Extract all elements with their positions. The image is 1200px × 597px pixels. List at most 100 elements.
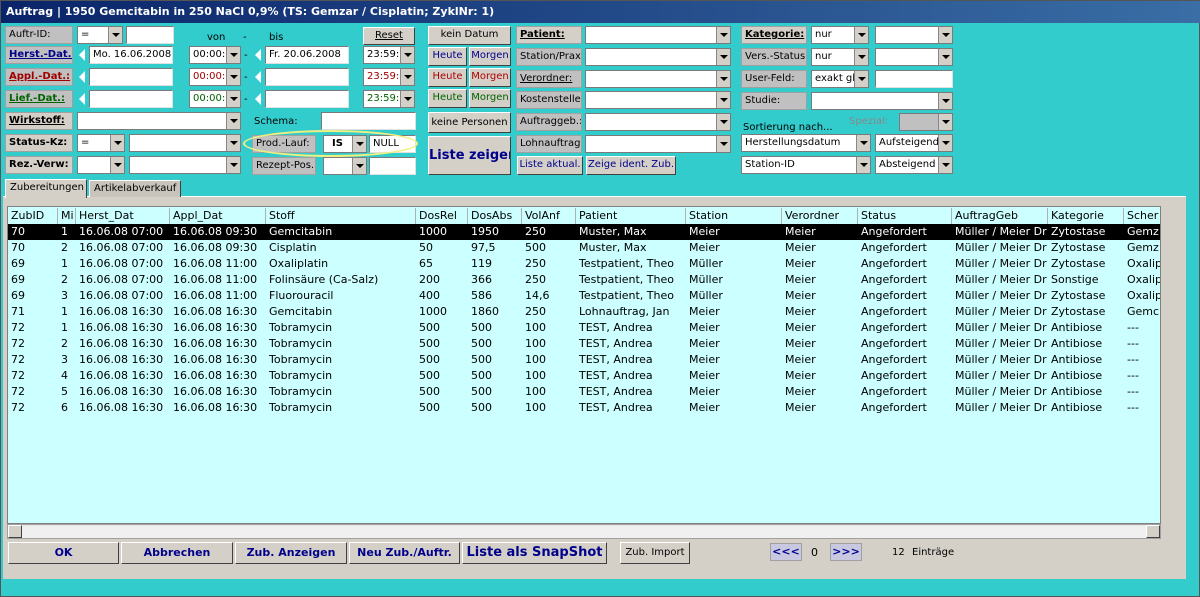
scroll-right-icon[interactable] — [1146, 525, 1160, 538]
kein-datum-button[interactable]: kein Datum — [428, 26, 511, 45]
zub-anzeigen-button[interactable]: Zub. Anzeigen — [235, 542, 347, 564]
horizontal-scrollbar[interactable] — [7, 524, 1161, 539]
table-row[interactable]: 72 2 16.06.08 16:30 16.06.08 16:30 Tobramyci… — [8, 336, 1160, 352]
status-kz-operator[interactable]: = — [77, 134, 125, 152]
table-row[interactable]: 72 4 16.06.08 16:30 16.06.08 16:30 Tobramyci… — [8, 368, 1160, 384]
lief-to-date-input[interactable] — [265, 90, 349, 108]
lief-morgen-button[interactable]: Morgen — [469, 89, 511, 108]
lief-from-time-select[interactable]: 00:00:0 — [189, 90, 241, 108]
liste-zeigen-button[interactable]: Liste zeigen — [428, 136, 511, 175]
column-header[interactable]: Scher — [1124, 208, 1160, 224]
auftr-id-operator[interactable]: = — [77, 26, 123, 44]
scroll-thumb[interactable] — [22, 526, 1147, 538]
herst-morgen-button[interactable]: Morgen — [469, 47, 511, 66]
lief-from-date-input[interactable] — [89, 90, 173, 108]
schema-input[interactable] — [321, 112, 416, 130]
next-page-button[interactable]: >>> — [830, 543, 862, 561]
liste-aktual-button[interactable]: Liste aktual. — [517, 156, 583, 175]
appl-from-arrow-icon[interactable] — [78, 68, 87, 86]
column-header[interactable]: Patient — [576, 208, 686, 224]
scroll-left-icon[interactable] — [8, 525, 22, 538]
neu-zub-button[interactable]: Neu Zub./Auftr. — [349, 542, 460, 564]
column-header[interactable]: AuftragGeb — [952, 208, 1048, 224]
verordner-select[interactable] — [585, 70, 731, 88]
table-row[interactable]: 72 3 16.06.08 16:30 16.06.08 16:30 Tobramyci… — [8, 352, 1160, 368]
zeige-ident-zub-button[interactable]: Zeige ident. Zub. — [586, 156, 676, 175]
user-feld-mode-select[interactable]: exakt gle — [811, 70, 869, 88]
column-header[interactable]: Verordner — [782, 208, 858, 224]
table-row[interactable]: 71 1 16.06.08 16:30 16.06.08 16:30 Gemcitabi… — [8, 304, 1160, 320]
table-row[interactable]: 72 5 16.06.08 16:30 16.06.08 16:30 Tobramyci… — [8, 384, 1160, 400]
rezept-pos-input[interactable] — [369, 157, 416, 175]
appl-from-date-input[interactable] — [89, 68, 173, 86]
rez-verw-select[interactable] — [129, 156, 241, 174]
abbrechen-button[interactable]: Abbrechen — [121, 542, 233, 564]
column-header[interactable]: Kategorie — [1048, 208, 1124, 224]
appl-morgen-button[interactable]: Morgen — [469, 68, 511, 87]
sort1-field-select[interactable]: Herstellungsdatum — [741, 134, 871, 152]
status-kz-select[interactable] — [129, 134, 241, 152]
kategorie-mode-select[interactable]: nur — [811, 26, 869, 44]
rezept-pos-operator[interactable] — [323, 157, 367, 175]
appl-to-arrow-icon[interactable] — [254, 68, 263, 86]
lohnauftrag-select[interactable] — [585, 135, 731, 153]
table-row[interactable]: 70 1 16.06.08 07:00 16.06.08 09:30 Gemcitabi… — [8, 224, 1160, 240]
column-header[interactable]: Mi — [58, 208, 76, 224]
lief-heute-button[interactable]: Heute — [428, 89, 467, 108]
herst-heute-button[interactable]: Heute — [428, 47, 467, 66]
herst-from-arrow-icon[interactable] — [78, 46, 87, 64]
table-row[interactable]: 72 6 16.06.08 16:30 16.06.08 16:30 Tobramyci… — [8, 400, 1160, 416]
vers-status-select[interactable] — [875, 48, 953, 66]
appl-heute-button[interactable]: Heute — [428, 68, 467, 87]
table-row[interactable]: 69 2 16.06.08 07:00 16.06.08 11:00 Folinsäur… — [8, 272, 1160, 288]
kategorie-select[interactable] — [875, 26, 953, 44]
herst-from-time-select[interactable]: 00:00:0 — [189, 46, 241, 64]
appl-to-time-select[interactable]: 23:59:5 — [363, 68, 415, 86]
tab-zubereitungen[interactable]: Zubereitungen — [5, 179, 87, 198]
table-row[interactable]: 69 1 16.06.08 07:00 16.06.08 11:00 Oxaliplat… — [8, 256, 1160, 272]
vers-status-mode-select[interactable]: nur — [811, 48, 869, 66]
table-row[interactable]: 72 1 16.06.08 16:30 16.06.08 16:30 Tobramyci… — [8, 320, 1160, 336]
column-header[interactable]: Herst_Dat — [76, 208, 170, 224]
reset-button[interactable]: Reset — [363, 27, 415, 45]
user-feld-input[interactable] — [875, 70, 953, 88]
sort2-dir-select[interactable]: Absteigend — [875, 156, 953, 174]
appl-from-time-select[interactable]: 00:00:0 — [189, 68, 241, 86]
column-header[interactable]: Status — [858, 208, 952, 224]
station-select[interactable] — [585, 48, 731, 66]
rez-verw-operator[interactable] — [77, 156, 125, 174]
tab-artikelabverkauf[interactable]: Artikelabverkauf — [89, 180, 181, 197]
column-header[interactable]: Station — [686, 208, 782, 224]
column-header[interactable]: ZubID — [8, 208, 58, 224]
column-header[interactable]: VolAnf — [522, 208, 576, 224]
column-header[interactable]: Stoff — [266, 208, 416, 224]
appl-to-date-input[interactable] — [265, 68, 349, 86]
prev-page-button[interactable]: <<< — [770, 543, 802, 561]
table-cell: Antibiose — [1051, 385, 1103, 398]
table-row[interactable]: 70 2 16.06.08 07:00 16.06.08 09:30 Cisplatin… — [8, 240, 1160, 256]
snapshot-button[interactable]: Liste als SnapShot — [462, 542, 607, 564]
zub-import-button[interactable]: Zub. Import — [620, 542, 690, 564]
lief-to-arrow-icon[interactable] — [254, 90, 263, 108]
wirkstoff-select[interactable] — [77, 112, 241, 130]
studie-select[interactable] — [811, 92, 953, 110]
column-header[interactable]: DosAbs — [468, 208, 522, 224]
herst-to-arrow-icon[interactable] — [254, 46, 263, 64]
auftraggeb-select[interactable] — [585, 113, 731, 131]
column-header[interactable]: DosRel — [416, 208, 468, 224]
keine-personen-button[interactable]: keine Personen — [428, 112, 511, 133]
kostenstelle-select[interactable] — [585, 91, 731, 109]
table-row[interactable]: 69 3 16.06.08 07:00 16.06.08 11:00 Fluoroura… — [8, 288, 1160, 304]
herst-from-date-input[interactable]: Mo. 16.06.2008 — [89, 46, 173, 64]
herst-to-date-input[interactable]: Fr. 20.06.2008 — [265, 46, 349, 64]
patient-select[interactable] — [585, 26, 731, 44]
sort1-dir-select[interactable]: Aufsteigend — [875, 134, 953, 152]
sort2-field-select[interactable]: Station-ID — [741, 156, 871, 174]
column-header[interactable]: Appl_Dat — [170, 208, 266, 224]
lief-from-arrow-icon[interactable] — [78, 90, 87, 108]
ok-button[interactable]: OK — [8, 542, 119, 564]
spezial-select[interactable] — [899, 113, 953, 131]
auftr-id-input[interactable] — [126, 26, 174, 44]
lief-to-time-select[interactable]: 23:59:5 — [363, 90, 415, 108]
herst-to-time-select[interactable]: 23:59:5 — [363, 46, 415, 64]
